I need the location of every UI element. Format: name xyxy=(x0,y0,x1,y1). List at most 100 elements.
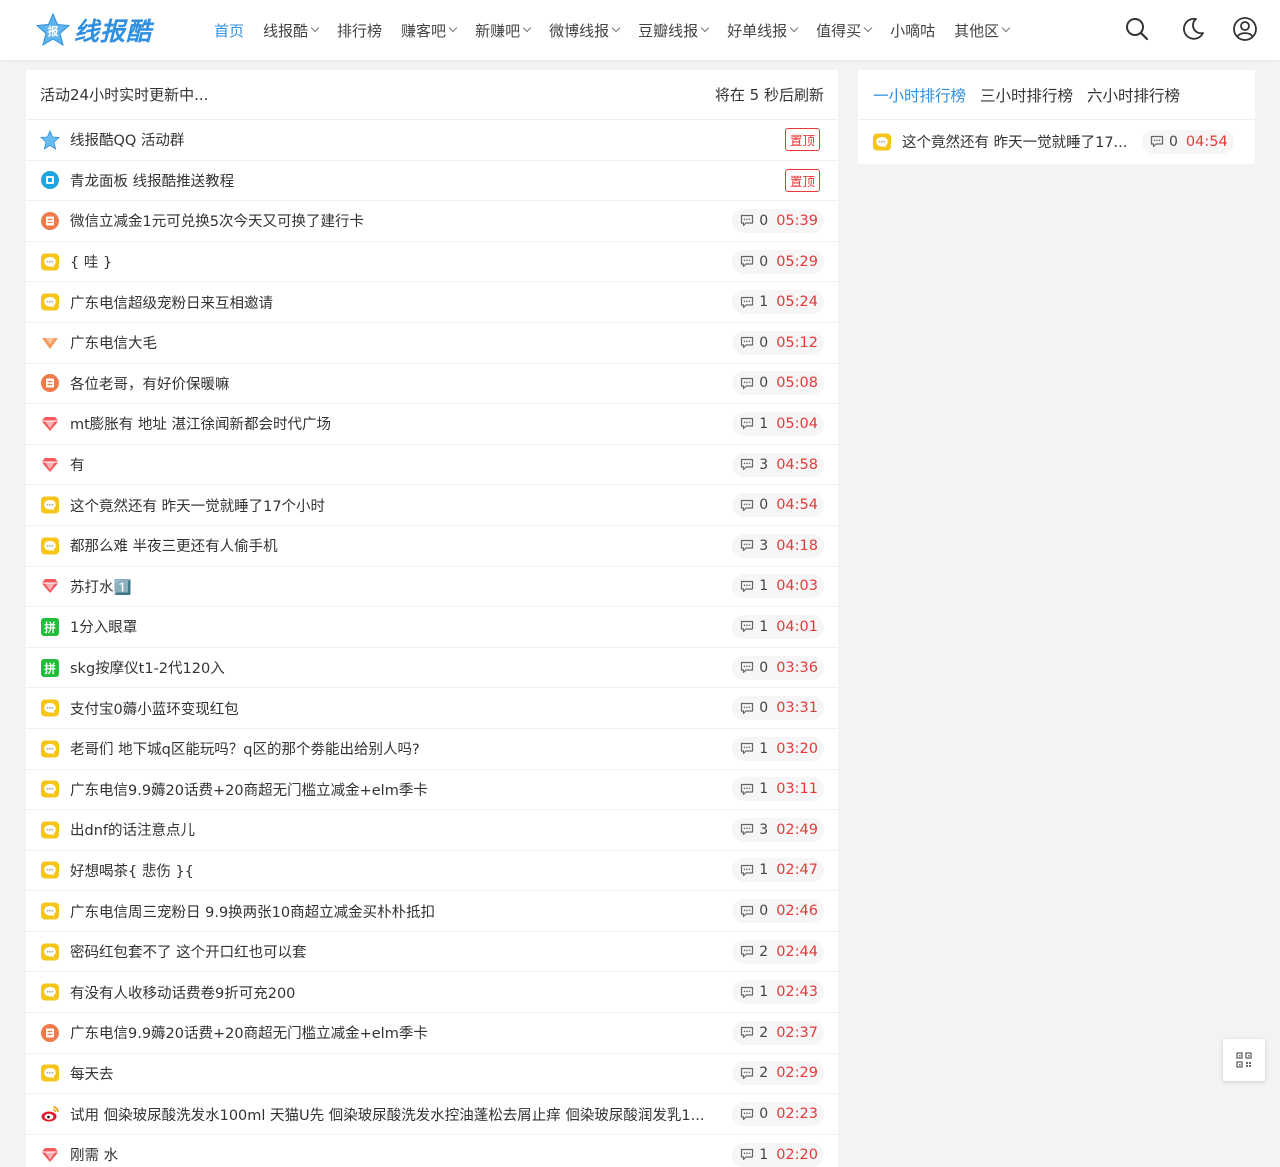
list-item[interactable]: 这个竟然还有 昨天一觉就睡了17... 0 04:54 xyxy=(858,120,1255,163)
post-time: 05:29 xyxy=(776,253,818,270)
user-icon[interactable] xyxy=(1232,16,1258,42)
item-title[interactable]: 有没有人收移动话费卷9折可充200 xyxy=(70,982,732,1003)
post-time: 03:31 xyxy=(776,700,818,717)
ranking-tab[interactable]: 六小时排行榜 xyxy=(1087,84,1180,106)
star-logo-icon: 报 xyxy=(36,13,70,47)
list-item[interactable]: 这个竟然还有 昨天一觉就睡了17个小时 0 04:54 xyxy=(26,485,838,526)
ranking-tab[interactable]: 三小时排行榜 xyxy=(980,84,1073,106)
list-item[interactable]: 试用 佪染玻尿酸洗发水100ml 天猫U先 佪染玻尿酸洗发水控油蓬松去屑止痒 佪… xyxy=(26,1094,838,1135)
list-item[interactable]: 有 3 04:58 xyxy=(26,445,838,486)
chat-source-icon xyxy=(40,292,60,312)
search-icon[interactable] xyxy=(1124,16,1150,42)
list-item[interactable]: 都那么难 半夜三更还有人偷手机 3 04:18 xyxy=(26,526,838,567)
list-item[interactable]: 密码红包套不了 这个开口红也可以套 2 02:44 xyxy=(26,932,838,973)
comment-icon xyxy=(741,946,754,958)
list-item[interactable]: 青龙面板 线报酷推送教程 置顶 xyxy=(26,161,838,202)
chat-source-icon xyxy=(40,698,60,718)
chevron-down-icon xyxy=(310,23,320,33)
svg-text:拼: 拼 xyxy=(44,620,56,634)
chat-source-icon xyxy=(40,536,60,556)
item-title[interactable]: 这个竟然还有 昨天一觉就睡了17个小时 xyxy=(70,495,732,516)
list-item[interactable]: 好想喝茶{ 悲伤 }{1 02:47 xyxy=(26,851,838,892)
list-item[interactable]: 广东电信9.9薅20话费+20商超无门槛立减金+elm季卡 1 03:11 xyxy=(26,770,838,811)
chat-source-icon xyxy=(40,982,60,1002)
ranking-tab[interactable]: 一小时排行榜 xyxy=(873,84,966,106)
comment-icon xyxy=(741,540,754,552)
item-meta: 1 05:04 xyxy=(732,411,824,436)
item-title[interactable]: 支付宝0薅小蓝环变现红包 xyxy=(70,698,732,719)
post-time: 04:01 xyxy=(776,618,818,635)
item-title[interactable]: 试用 佪染玻尿酸洗发水100ml 天猫U先 佪染玻尿酸洗发水控油蓬松去屑止痒 佪… xyxy=(70,1104,732,1125)
item-title[interactable]: 每天去 xyxy=(70,1063,732,1084)
item-title[interactable]: 出dnf的话注意点儿 xyxy=(70,819,732,840)
comment-count: 0 xyxy=(759,212,769,229)
refresh-countdown: 将在 5 秒后刷新 xyxy=(714,86,824,104)
list-item[interactable]: 拼 skg按摩仪t1-2代120入 0 03:36 xyxy=(26,648,838,689)
nav-item[interactable]: 值得买 xyxy=(816,20,873,41)
nav-item[interactable]: 好单线报 xyxy=(727,20,799,41)
chevron-down-icon xyxy=(1001,23,1011,33)
item-title[interactable]: 密码红包套不了 这个开口红也可以套 xyxy=(70,941,732,962)
site-logo[interactable]: 报 线报酷 xyxy=(36,12,152,48)
list-item[interactable]: 苏打水1️⃣ 1 04:03 xyxy=(26,567,838,608)
item-title[interactable]: 这个竟然还有 昨天一觉就睡了17... xyxy=(902,131,1142,152)
item-title[interactable]: skg按摩仪t1-2代120入 xyxy=(70,657,732,678)
list-item[interactable]: 线报酷QQ 活动群 置顶 xyxy=(26,120,838,161)
item-title[interactable]: 广东电信大毛 xyxy=(70,332,732,353)
nav-item[interactable]: 首页 xyxy=(214,20,244,41)
moon-icon[interactable] xyxy=(1180,16,1206,42)
item-title[interactable]: 都那么难 半夜三更还有人偷手机 xyxy=(70,535,732,556)
list-item[interactable]: 广东电信周三宠粉日 9.9换两张10商超立减金买朴朴抵扣 0 02:46 xyxy=(26,891,838,932)
svg-text:拼: 拼 xyxy=(44,661,56,675)
item-title[interactable]: mt膨胀有 地址 湛江徐闻新都会时代广场 xyxy=(70,413,732,434)
qrcode-button[interactable] xyxy=(1223,1039,1265,1081)
item-title[interactable]: 广东电信周三宠粉日 9.9换两张10商超立减金买朴朴抵扣 xyxy=(70,901,732,922)
nav-item[interactable]: 排行榜 xyxy=(337,20,382,41)
list-item[interactable]: 广东电信9.9薅20话费+20商超无门槛立减金+elm季卡 2 02:37 xyxy=(26,1013,838,1054)
post-time: 02:43 xyxy=(776,984,818,1001)
nav-item[interactable]: 新赚吧 xyxy=(475,20,532,41)
item-title[interactable]: 各位老哥，有好价保暖嘛 xyxy=(70,373,732,394)
comment-icon xyxy=(741,783,754,795)
nav-item[interactable]: 线报酷 xyxy=(263,20,320,41)
list-item[interactable]: { 哇 } 0 05:29 xyxy=(26,242,838,283)
item-title[interactable]: 广东电信9.9薅20话费+20商超无门槛立减金+elm季卡 xyxy=(70,779,732,800)
comment-count: 1 xyxy=(759,740,769,757)
item-meta: 1 04:01 xyxy=(732,614,824,639)
item-title[interactable]: { 哇 } xyxy=(70,251,732,272)
comment-icon xyxy=(741,255,754,268)
list-item[interactable]: mt膨胀有 地址 湛江徐闻新都会时代广场 1 05:04 xyxy=(26,404,838,445)
list-item[interactable]: 每天去 2 02:29 xyxy=(26,1054,838,1095)
list-item[interactable]: 广东电信超级宠粉日来互相邀请 1 05:24 xyxy=(26,282,838,323)
list-item[interactable]: 出dnf的话注意点儿 3 02:49 xyxy=(26,810,838,851)
item-title[interactable]: 好想喝茶{ 悲伤 }{ xyxy=(70,860,732,881)
list-item[interactable]: 微信立减金1元可兑换5次今天又可换了建行卡 0 05:39 xyxy=(26,201,838,242)
item-title[interactable]: 有 xyxy=(70,454,732,475)
nav-item[interactable]: 赚客吧 xyxy=(401,20,458,41)
chat-source-icon xyxy=(40,739,60,759)
list-item[interactable]: 有没有人收移动话费卷9折可充200 1 02:43 xyxy=(26,972,838,1014)
item-title[interactable]: 广东电信9.9薅20话费+20商超无门槛立减金+elm季卡 xyxy=(70,1022,732,1043)
item-title[interactable]: 刚需 水 xyxy=(70,1144,732,1165)
item-title[interactable]: 苏打水1️⃣ xyxy=(70,576,732,597)
list-item[interactable]: 老哥们 地下城q区能玩吗？q区的那个劵能出给别人吗? 1 03:20 xyxy=(26,729,838,770)
item-title[interactable]: 老哥们 地下城q区能玩吗？q区的那个劵能出给别人吗? xyxy=(70,738,732,759)
post-time: 03:36 xyxy=(776,659,818,676)
nav-item[interactable]: 其他区 xyxy=(954,20,1011,41)
list-item[interactable]: 各位老哥，有好价保暖嘛 0 05:08 xyxy=(26,364,838,405)
list-item[interactable]: 拼 1分入眼罩 1 04:01 xyxy=(26,607,838,648)
item-title[interactable]: 1分入眼罩 xyxy=(70,616,732,637)
nav-item[interactable]: 微博线报 xyxy=(549,20,621,41)
list-item[interactable]: 支付宝0薅小蓝环变现红包 0 03:31 xyxy=(26,688,838,729)
post-time: 03:20 xyxy=(776,740,818,757)
site-header: 报 线报酷 首页 线报酷 排行榜 赚客吧 新赚吧 微博线报 豆瓣线报 好单线报 值得买 小嘀咕 其他… xyxy=(0,0,1280,60)
nav-item[interactable]: 豆瓣线报 xyxy=(638,20,710,41)
comment-icon xyxy=(741,296,754,308)
nav-item[interactable]: 小嘀咕 xyxy=(890,20,935,41)
list-item[interactable]: 广东电信大毛 0 05:12 xyxy=(26,323,838,364)
item-title[interactable]: 微信立减金1元可兑换5次今天又可换了建行卡 xyxy=(70,210,732,231)
item-title[interactable]: 广东电信超级宠粉日来互相邀请 xyxy=(70,292,732,313)
item-title[interactable]: 青龙面板 线报酷推送教程 xyxy=(70,170,785,191)
item-title[interactable]: 线报酷QQ 活动群 xyxy=(70,129,785,150)
list-item[interactable]: 刚需 水 1 02:20 xyxy=(26,1135,838,1167)
